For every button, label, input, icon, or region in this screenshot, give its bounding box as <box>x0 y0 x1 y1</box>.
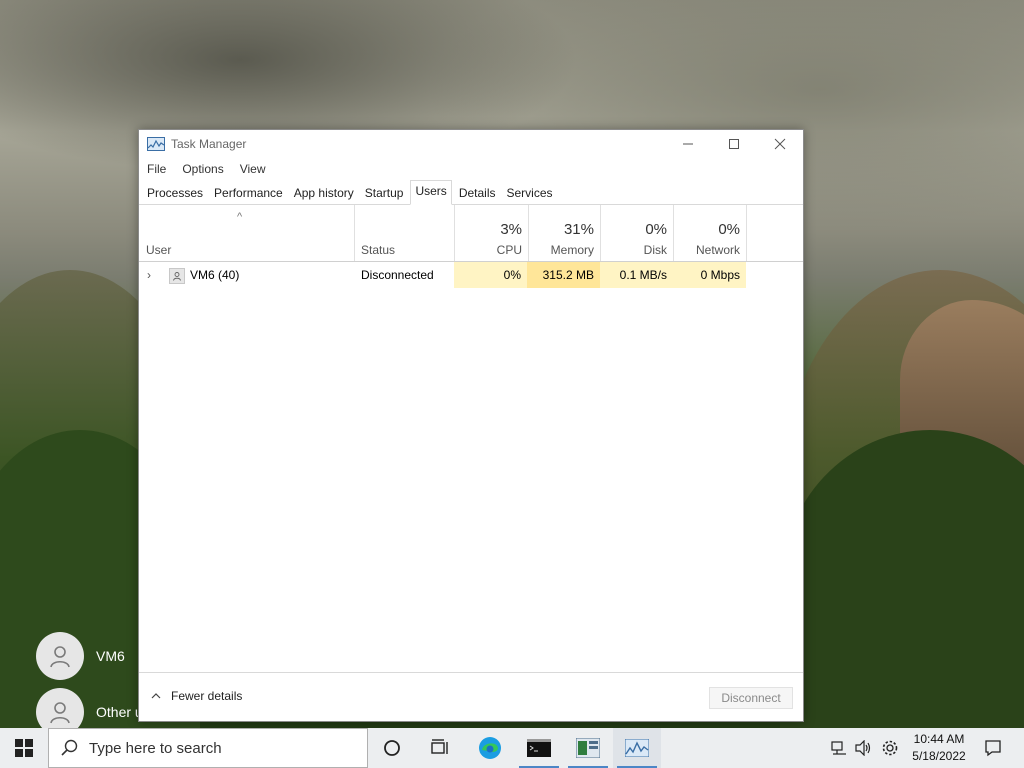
window-footer: Fewer details Disconnect <box>139 672 803 721</box>
column-header-disk[interactable]: 0% Disk <box>600 205 674 261</box>
column-header-status[interactable]: Status <box>354 205 455 261</box>
column-header-user[interactable]: ^ User <box>139 205 353 261</box>
fewer-details-button[interactable]: Fewer details <box>151 689 242 703</box>
tab-app-history[interactable]: App history <box>290 182 358 204</box>
edge-button[interactable] <box>466 728 514 768</box>
title-bar[interactable]: Task Manager <box>139 130 803 158</box>
search-placeholder: Type here to search <box>89 739 222 757</box>
user-icon <box>169 268 185 284</box>
user-avatar-icon <box>36 632 84 680</box>
tab-processes[interactable]: Processes <box>143 182 207 204</box>
cortana-circle-icon <box>384 740 400 756</box>
tab-startup[interactable]: Startup <box>361 182 408 204</box>
volume-tray-button[interactable] <box>852 728 874 768</box>
task-manager-taskbar-button[interactable] <box>613 728 661 768</box>
table-row[interactable]: › VM6 (40) Disconnected 0% 315.2 MB 0.1 … <box>139 262 803 288</box>
column-header-memory[interactable]: 31% Memory <box>527 205 601 261</box>
user-name: VM6 (40) <box>190 268 240 282</box>
column-header-network[interactable]: 0% Network <box>673 205 747 261</box>
chevron-right-icon[interactable]: › <box>147 262 151 288</box>
taskbar: Type here to search 10:44 AM 5/18/2022 <box>0 728 1024 768</box>
edge-browser-icon <box>479 737 501 759</box>
disconnect-button[interactable]: Disconnect <box>709 687 793 709</box>
tab-details[interactable]: Details <box>455 182 500 204</box>
disk-cell: 0.1 MB/s <box>600 262 673 288</box>
search-icon <box>61 739 78 756</box>
menu-bar: File Options View <box>139 158 803 180</box>
sort-ascending-icon: ^ <box>237 211 243 223</box>
windows-logo-icon <box>15 739 33 757</box>
close-button[interactable] <box>757 130 803 158</box>
memory-cell: 315.2 MB <box>527 262 600 288</box>
tab-strip: Processes Performance App history Startu… <box>139 180 803 205</box>
command-prompt-icon <box>527 739 551 757</box>
close-icon <box>774 138 786 150</box>
user-tile-vm6[interactable]: VM6 <box>36 632 125 680</box>
server-manager-button[interactable] <box>564 728 612 768</box>
user-tile-label: Other u <box>96 704 143 720</box>
minimize-button[interactable] <box>665 130 711 158</box>
system-clock[interactable]: 10:44 AM 5/18/2022 <box>908 731 970 765</box>
settings-tray-button[interactable] <box>878 728 902 768</box>
command-prompt-button[interactable] <box>515 728 563 768</box>
table-header: ^ User Status 3% CPU 31% Memory 0% Disk … <box>139 205 803 262</box>
minimize-icon <box>683 143 693 145</box>
maximize-icon <box>729 139 739 149</box>
menu-file[interactable]: File <box>139 162 174 176</box>
clock-time: 10:44 AM <box>913 732 965 746</box>
window-title: Task Manager <box>171 137 247 151</box>
chevron-up-icon <box>151 693 161 699</box>
fewer-details-label: Fewer details <box>171 689 243 703</box>
task-manager-app-icon <box>147 137 165 151</box>
tab-users[interactable]: Users <box>410 180 452 205</box>
network-tray-button[interactable] <box>828 728 850 768</box>
volume-icon <box>855 740 871 756</box>
gear-icon <box>882 740 898 756</box>
user-cell: › VM6 (40) <box>139 262 353 288</box>
cortana-button[interactable] <box>368 728 416 768</box>
server-manager-icon <box>576 738 600 758</box>
tab-services[interactable]: Services <box>503 182 557 204</box>
clock-date: 5/18/2022 <box>912 749 966 763</box>
network-cell: 0 Mbps <box>673 262 746 288</box>
maximize-button[interactable] <box>711 130 757 158</box>
notification-icon <box>985 740 1001 757</box>
action-center-button[interactable] <box>978 728 1008 768</box>
task-view-icon <box>431 739 448 754</box>
network-icon <box>831 741 846 755</box>
menu-options[interactable]: Options <box>174 162 231 176</box>
task-manager-icon <box>625 739 649 757</box>
start-button[interactable] <box>0 728 48 768</box>
search-input[interactable]: Type here to search <box>48 728 368 768</box>
user-tile-label: VM6 <box>96 648 125 664</box>
task-manager-window: Task Manager File Options View Processes… <box>138 129 804 722</box>
menu-view[interactable]: View <box>232 162 274 176</box>
task-view-button[interactable] <box>416 728 464 768</box>
status-cell: Disconnected <box>361 268 434 282</box>
cpu-cell: 0% <box>454 262 527 288</box>
tab-performance[interactable]: Performance <box>210 182 287 204</box>
column-header-cpu[interactable]: 3% CPU <box>454 205 529 261</box>
